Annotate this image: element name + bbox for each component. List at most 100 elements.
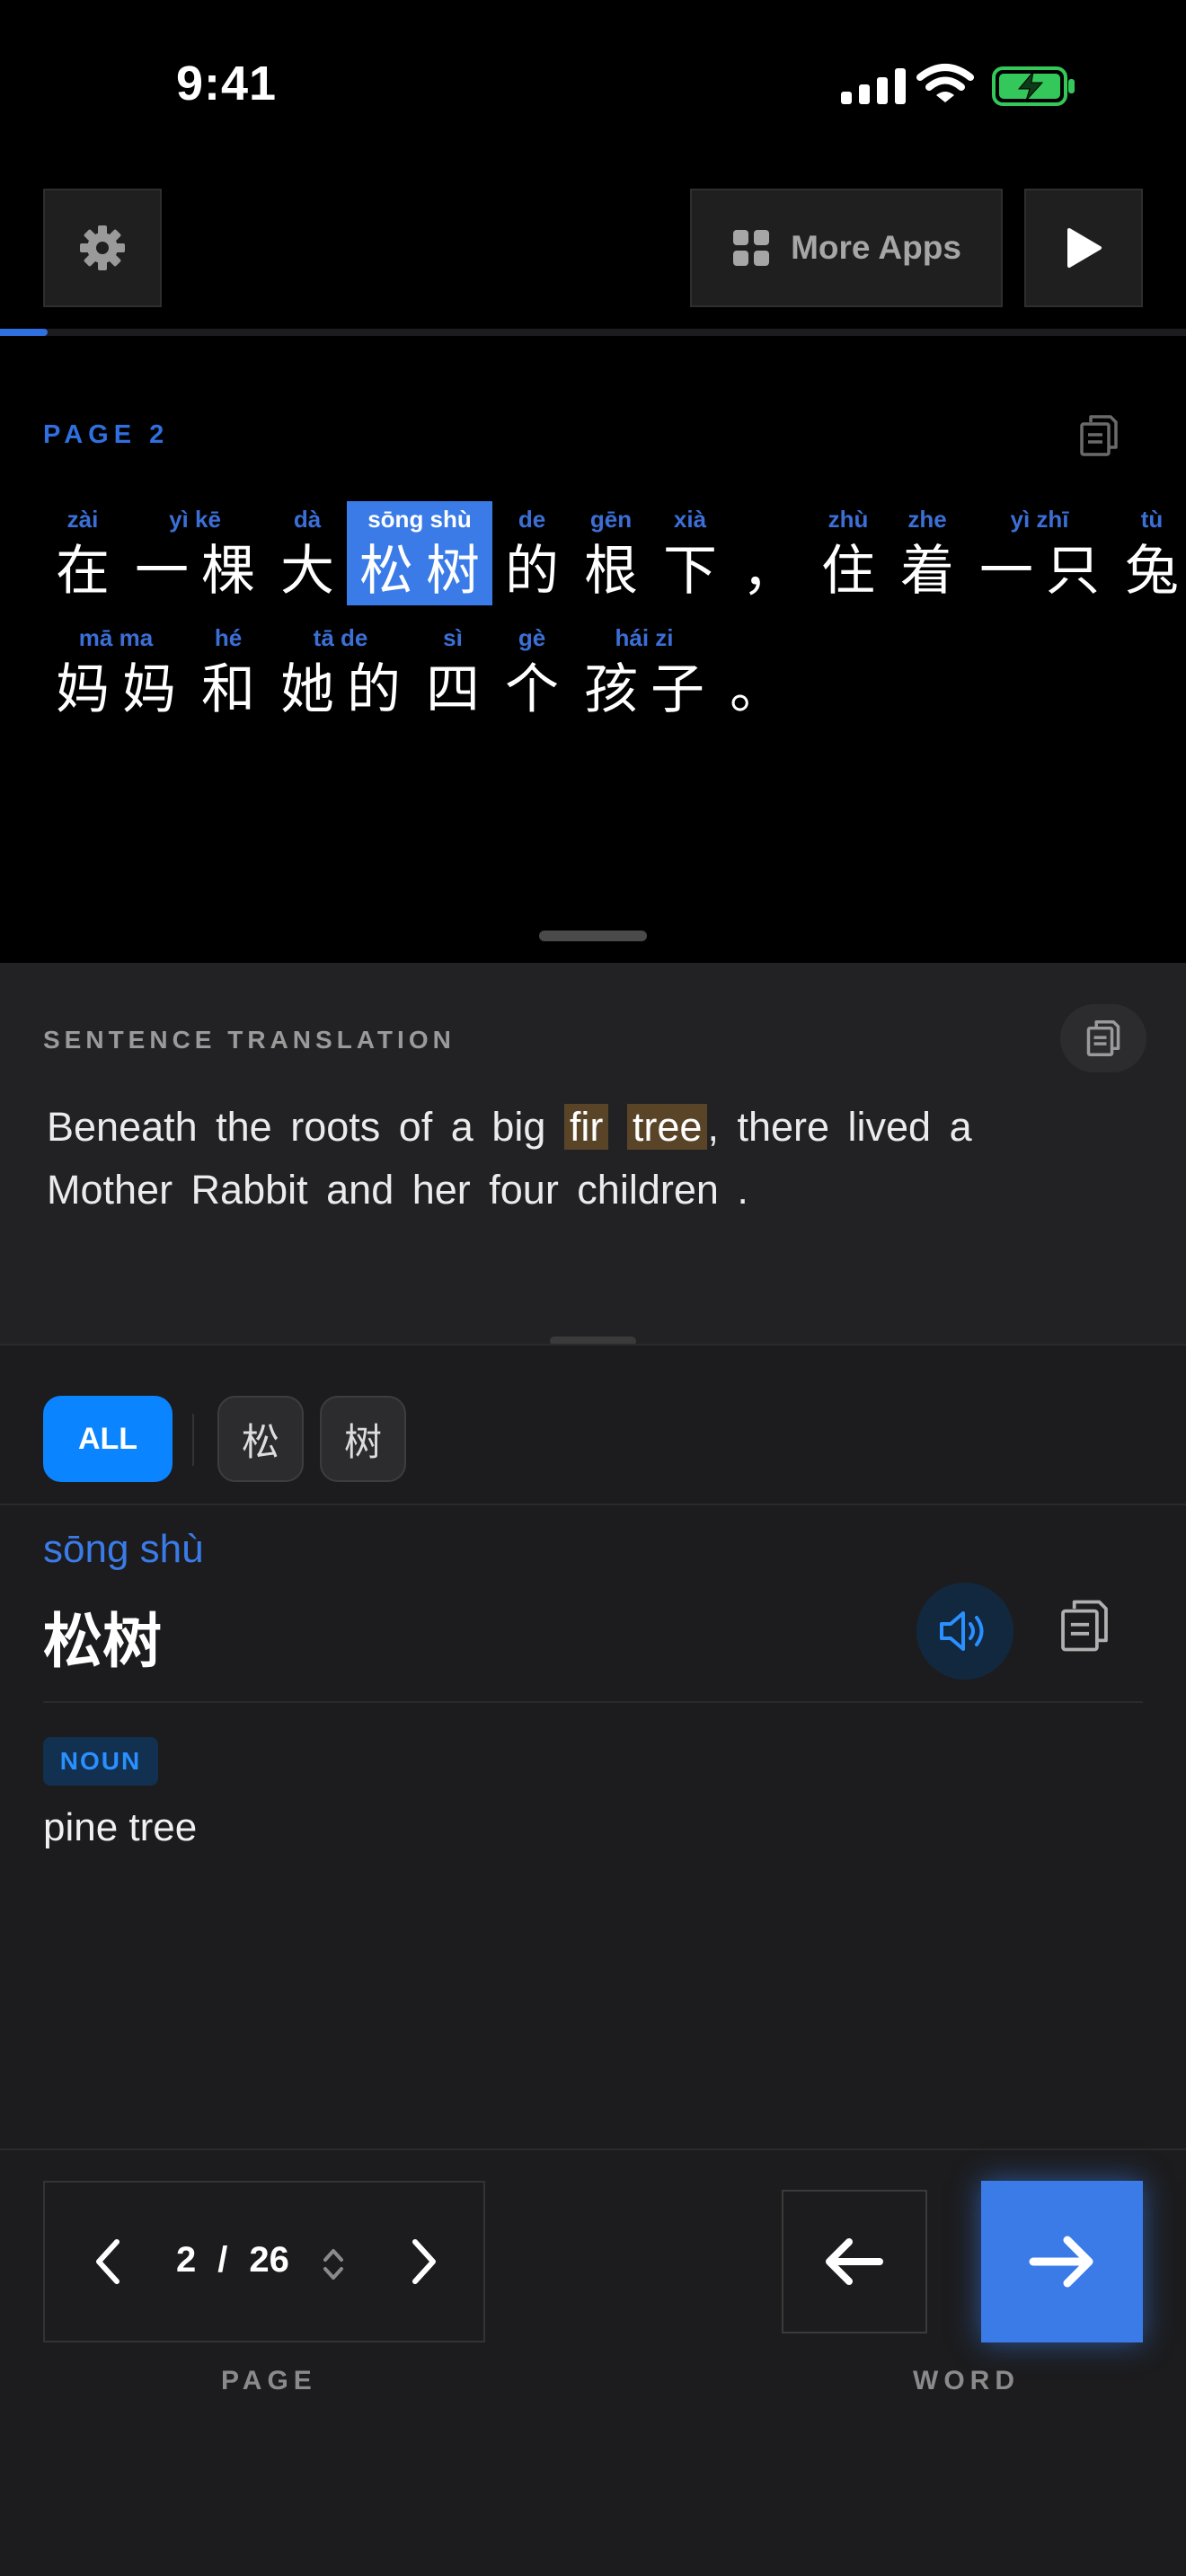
reading-word[interactable]: zhe 着 [888,501,967,605]
page-caption: PAGE [221,2366,317,2395]
filter-all-chip[interactable]: ALL [43,1396,173,1482]
next-word-button[interactable] [981,2181,1143,2342]
divider [43,1701,1143,1703]
word-pinyin: hái zi [615,624,674,651]
pronounce-button[interactable] [916,1583,1013,1680]
next-page-button[interactable] [401,2233,446,2290]
previous-word-button[interactable] [782,2190,927,2333]
filter-divider [192,1414,194,1466]
translation-highlight-fir: fir [563,1104,609,1150]
word-hanzi: 四 [426,658,492,721]
current-page-number: 2 [176,2240,197,2280]
dictionary-panel [0,1344,1186,2152]
page-separator: / [217,2240,228,2280]
more-apps-button[interactable]: More Apps [690,189,1003,307]
reading-word[interactable]: yì kē 一棵 [122,501,268,605]
status-time: 9:41 [176,57,278,110]
word-hanzi: 孩子 [584,658,717,721]
reading-word[interactable]: hé 和 [189,620,268,724]
word-pinyin: sì [443,624,463,651]
filter-char-chip[interactable]: 树 [320,1396,406,1482]
word-pinyin: tù [1140,506,1164,533]
selected-word[interactable]: sōng shù 松树 [347,501,492,605]
reading-word[interactable]: sì 四 [413,620,492,724]
word-pinyin: zhù [828,506,869,533]
translation-text: Beneath the roots of a big fir tree, the… [47,1096,1071,1222]
play-icon [1067,228,1102,268]
word-pinyin: zhe [907,506,947,533]
play-button[interactable] [1024,189,1143,307]
arrow-left-icon [826,2238,883,2285]
reading-word[interactable]: ， [730,501,809,605]
word-pinyin: zài [66,506,99,533]
word-pinyin: sōng shù [367,506,472,533]
arrow-right-icon [1029,2236,1093,2288]
word-pinyin: gēn [589,506,633,533]
reading-word[interactable]: zài 在 [43,501,122,605]
chevron-up-down-icon [323,2249,343,2280]
part-of-speech-badge: NOUN [43,1737,158,1786]
word-pinyin: tā de [313,624,368,651]
entry-hanzi: 松树 [43,1607,162,1676]
copy-icon [1086,1020,1120,1056]
word-hanzi: 着 [900,540,967,603]
reading-word[interactable]: de 的 [492,501,571,605]
reading-word[interactable]: zhù 住 [809,501,888,605]
entry-pinyin: sōng shù [43,1527,204,1571]
reading-word[interactable]: yì zhī 一只 [967,501,1112,605]
translation-highlight-tree: tree [626,1104,708,1150]
word-hanzi: 在 [56,540,122,603]
word-hanzi: 她的 [280,658,413,721]
panel-drag-handle[interactable] [539,931,647,941]
reading-word[interactable]: dà 大 [268,501,347,605]
word-hanzi: 根 [584,540,651,603]
filter-char-chip[interactable]: 松 [217,1396,304,1482]
total-pages: 26 [249,2240,289,2280]
battery-charging-icon [992,66,1075,106]
settings-button[interactable] [43,189,162,307]
grid-icon [733,230,770,266]
translation-heading: SENTENCE TRANSLATION [43,1026,456,1054]
word-pinyin: de [518,506,546,533]
word-hanzi: 一只 [979,540,1112,603]
word-hanzi: 大 [280,540,347,603]
reading-progress-track [0,329,1186,336]
text-line-1: zài 在 yì kē 一棵 dà 大 sōng shù 松树 de 的 gēn 根 xià 下， zhù 住… [43,501,1186,605]
reading-word[interactable]: tù 兔 [1112,501,1186,605]
reading-word[interactable]: 。 [717,620,796,724]
speaker-icon [940,1611,984,1651]
word-pinyin: dà [293,506,322,533]
copy-entry-icon[interactable] [1058,1597,1111,1654]
page-number-selector[interactable]: 2 / 26 [176,2240,289,2280]
reading-word[interactable]: mā ma 妈妈 [43,620,189,724]
reading-word[interactable]: hái zi 孩子 [571,620,717,724]
word-pinyin: gè [518,624,546,651]
word-hanzi: 兔 [1125,540,1186,603]
previous-page-button[interactable] [86,2233,131,2290]
copy-page-icon[interactable] [1078,413,1120,458]
wifi-icon [916,64,974,102]
translation-text-start: Beneath the roots of a big [47,1104,564,1150]
word-hanzi: 和 [201,658,268,721]
word-hanzi: ， [742,540,809,603]
reading-word[interactable]: tā de 她的 [268,620,413,724]
word-pinyin: xià [673,506,707,533]
word-hanzi: 一棵 [135,540,268,603]
reading-word[interactable]: gè 个 [492,620,571,724]
word-hanzi: 妈妈 [56,658,189,721]
divider [0,1504,1186,1505]
word-caption: WORD [913,2366,1020,2395]
reading-word[interactable]: xià 下 [651,501,730,605]
page-label: PAGE 2 [43,420,170,449]
more-apps-label: More Apps [791,229,961,266]
word-pinyin: yì kē [169,506,221,533]
copy-translation-button[interactable] [1060,1004,1146,1072]
reading-word[interactable]: gēn 根 [571,501,651,605]
word-hanzi: 个 [505,658,571,721]
word-hanzi: 松树 [359,540,492,603]
cellular-signal-icon [841,68,906,104]
entry-definition: pine tree [43,1805,198,1849]
text-line-2: mā ma 妈妈 hé 和 tā de 她的 sì 四 gè 个 hái zi 孩子。 [43,620,796,724]
word-pinyin: hé [214,624,243,651]
word-hanzi: 。 [730,658,796,721]
